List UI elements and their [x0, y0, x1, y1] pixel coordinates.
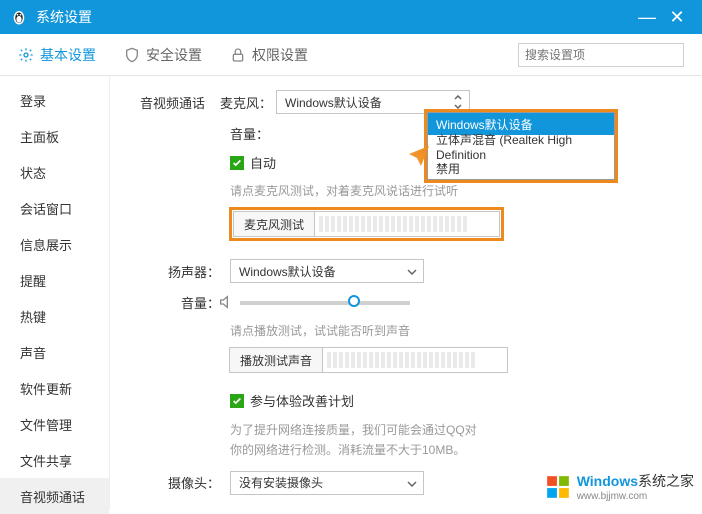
sidebar-item-fileshare[interactable]: 文件共享 — [0, 442, 109, 478]
speaker-label: 扬声器： — [140, 262, 220, 281]
watermark: Windows系统之家 www.bjjmw.com — [545, 471, 694, 502]
sidebar-item-login[interactable]: 登录 — [0, 82, 109, 118]
camera-label: 摄像头： — [140, 473, 220, 492]
tab-privilege[interactable]: 权限设置 — [230, 45, 308, 65]
tab-label: 安全设置 — [146, 45, 202, 65]
sidebar-item-filemanage[interactable]: 文件管理 — [0, 406, 109, 442]
sidebar-item-update[interactable]: 软件更新 — [0, 370, 109, 406]
microphone-dropdown-highlight: Windows默认设备 立体声混音 (Realtek High Definiti… — [424, 109, 618, 183]
annotation-arrow-icon — [373, 144, 431, 202]
mic-test-button[interactable]: 麦克风测试 — [233, 211, 315, 237]
tab-security[interactable]: 安全设置 — [124, 45, 202, 65]
volume-label: 音量： — [230, 124, 269, 143]
plan-label: 参与体验改善计划 — [250, 391, 354, 410]
sidebar-item-infodisplay[interactable]: 信息展示 — [0, 226, 109, 262]
qq-penguin-icon — [10, 8, 28, 26]
tab-bar: 基本设置 安全设置 权限设置 — [0, 34, 702, 76]
sidebar-item-avcall[interactable]: 音视频通话 — [0, 478, 109, 514]
volume-label-2: 音量： — [140, 293, 220, 312]
sidebar-item-mainpanel[interactable]: 主面板 — [0, 118, 109, 154]
dropdown-arrow-icon — [407, 476, 417, 490]
sidebar-item-reminder[interactable]: 提醒 — [0, 262, 109, 298]
plan-checkbox[interactable] — [230, 394, 244, 408]
titlebar: 系统设置 — ✕ — [0, 0, 702, 34]
watermark-url: www.bjjmw.com — [577, 491, 694, 502]
shield-icon — [124, 47, 140, 63]
mic-hint: 请点麦克风测试，对着麦克风说话进行试听 — [230, 182, 672, 199]
section-av-call: 音视频通话 — [140, 93, 210, 112]
window-title: 系统设置 — [36, 7, 92, 27]
play-test-wrap: 播放测试声音 — [229, 347, 508, 373]
microphone-value: Windows默认设备 — [285, 94, 382, 111]
watermark-brand: Windows系统之家 — [577, 471, 694, 491]
dropdown-arrow-icon — [407, 264, 417, 278]
tab-label: 权限设置 — [252, 45, 308, 65]
content-panel: 音视频通话 麦克风： Windows默认设备 Windows默认设备 立体声混音… — [110, 76, 702, 510]
tab-label: 基本设置 — [40, 45, 96, 65]
speaker-volume-slider[interactable] — [240, 301, 410, 305]
sidebar: 登录 主面板 状态 会话窗口 信息展示 提醒 热键 声音 软件更新 文件管理 文… — [0, 76, 110, 510]
search-box[interactable] — [518, 43, 684, 67]
minimize-button[interactable]: — — [632, 7, 662, 28]
search-input[interactable] — [525, 48, 680, 62]
mic-level-meter — [315, 211, 500, 237]
dropdown-option[interactable]: 立体声混音 (Realtek High Definition — [428, 135, 614, 157]
camera-select[interactable]: 没有安装摄像头 — [230, 471, 424, 495]
sidebar-item-sound[interactable]: 声音 — [0, 334, 109, 370]
auto-checkbox[interactable] — [230, 156, 244, 170]
speaker-hint: 请点播放测试，试试能否听到声音 — [230, 322, 672, 339]
windows-logo-icon — [545, 474, 571, 500]
gear-icon — [18, 47, 34, 63]
speaker-level-meter — [323, 347, 508, 373]
plan-text-1: 为了提升网络连接质量，我们可能会通过QQ对 — [230, 420, 672, 440]
tab-basic[interactable]: 基本设置 — [18, 45, 96, 65]
speaker-value: Windows默认设备 — [239, 263, 336, 280]
lock-icon — [230, 47, 246, 63]
speaker-icon — [218, 294, 234, 313]
auto-label: 自动 — [250, 153, 276, 172]
microphone-dropdown: Windows默认设备 立体声混音 (Realtek High Definiti… — [427, 112, 615, 180]
close-button[interactable]: ✕ — [662, 7, 692, 28]
plan-text-2: 你的网络进行检测。消耗流量不大于10MB。 — [230, 440, 672, 460]
camera-value: 没有安装摄像头 — [239, 474, 323, 491]
play-test-button[interactable]: 播放测试声音 — [229, 347, 323, 373]
mic-test-highlight: 麦克风测试 — [229, 207, 504, 241]
sidebar-item-hotkey[interactable]: 热键 — [0, 298, 109, 334]
speaker-select[interactable]: Windows默认设备 — [230, 259, 424, 283]
sidebar-item-chatwindow[interactable]: 会话窗口 — [0, 190, 109, 226]
microphone-label: 麦克风： — [220, 93, 272, 112]
sidebar-item-status[interactable]: 状态 — [0, 154, 109, 190]
